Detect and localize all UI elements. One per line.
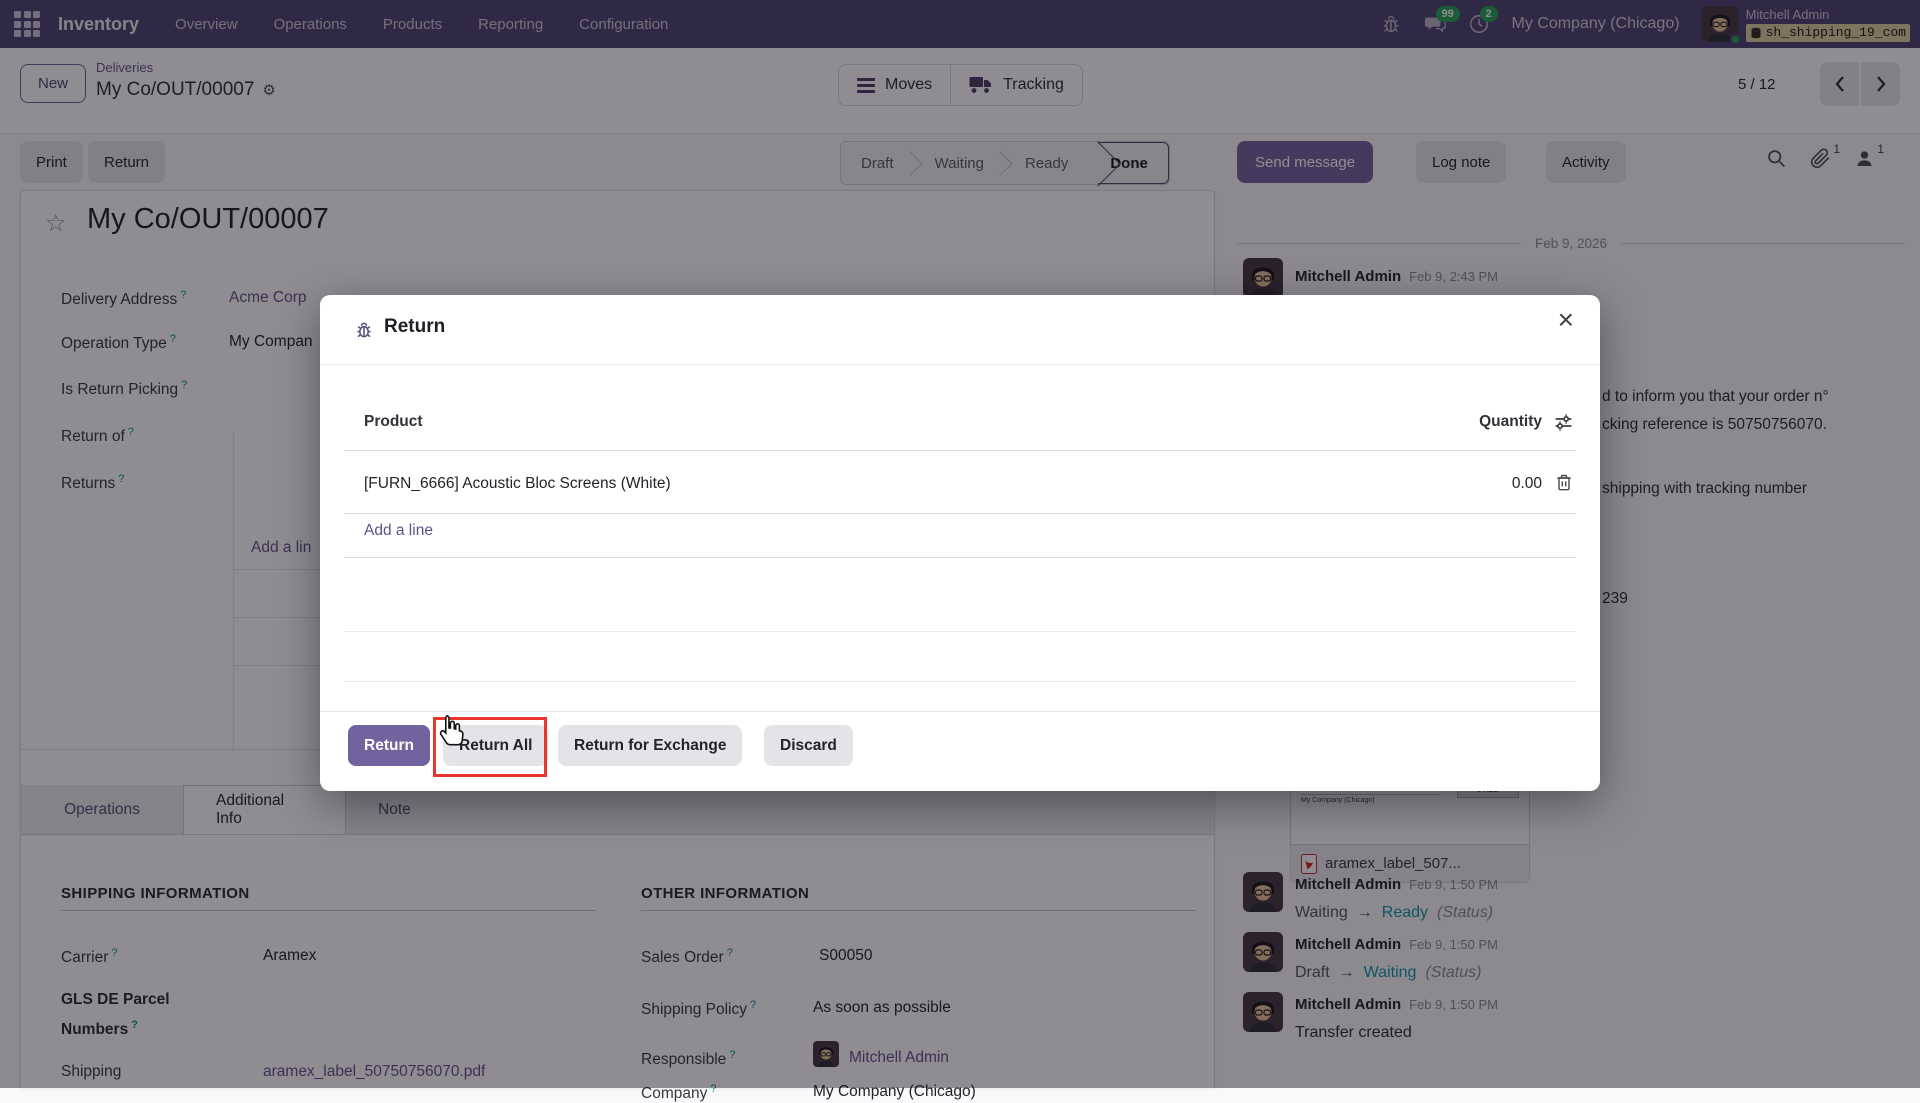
bug-icon xyxy=(354,320,374,340)
modal-discard-button[interactable]: Discard xyxy=(764,725,853,766)
row-product-name[interactable]: [FURN_6666] Acoustic Bloc Screens (White… xyxy=(364,475,671,493)
table-border xyxy=(344,450,1576,451)
table-border xyxy=(344,557,1576,558)
modal-header: Return × xyxy=(320,295,1600,365)
modal-close-icon[interactable]: × xyxy=(1558,306,1574,334)
return-modal: Return × Product Quantity [FURN_6666] Ac… xyxy=(320,295,1600,791)
modal-add-line-link[interactable]: Add a line xyxy=(364,522,433,540)
modal-return-button[interactable]: Return xyxy=(348,725,430,766)
delete-row-trash-icon[interactable] xyxy=(1554,473,1574,493)
table-border xyxy=(344,513,1576,514)
optional-columns-sliders-icon[interactable] xyxy=(1553,412,1574,433)
mouse-cursor-pointer xyxy=(436,714,466,748)
table-border xyxy=(344,681,1576,682)
column-header-quantity[interactable]: Quantity xyxy=(1479,413,1542,431)
modal-return-for-exchange-button[interactable]: Return for Exchange xyxy=(558,725,742,766)
column-header-product[interactable]: Product xyxy=(364,413,423,431)
row-quantity-value[interactable]: 0.00 xyxy=(1512,475,1542,493)
table-border xyxy=(344,631,1576,632)
modal-footer-divider xyxy=(320,711,1600,712)
modal-title: Return xyxy=(384,316,445,338)
